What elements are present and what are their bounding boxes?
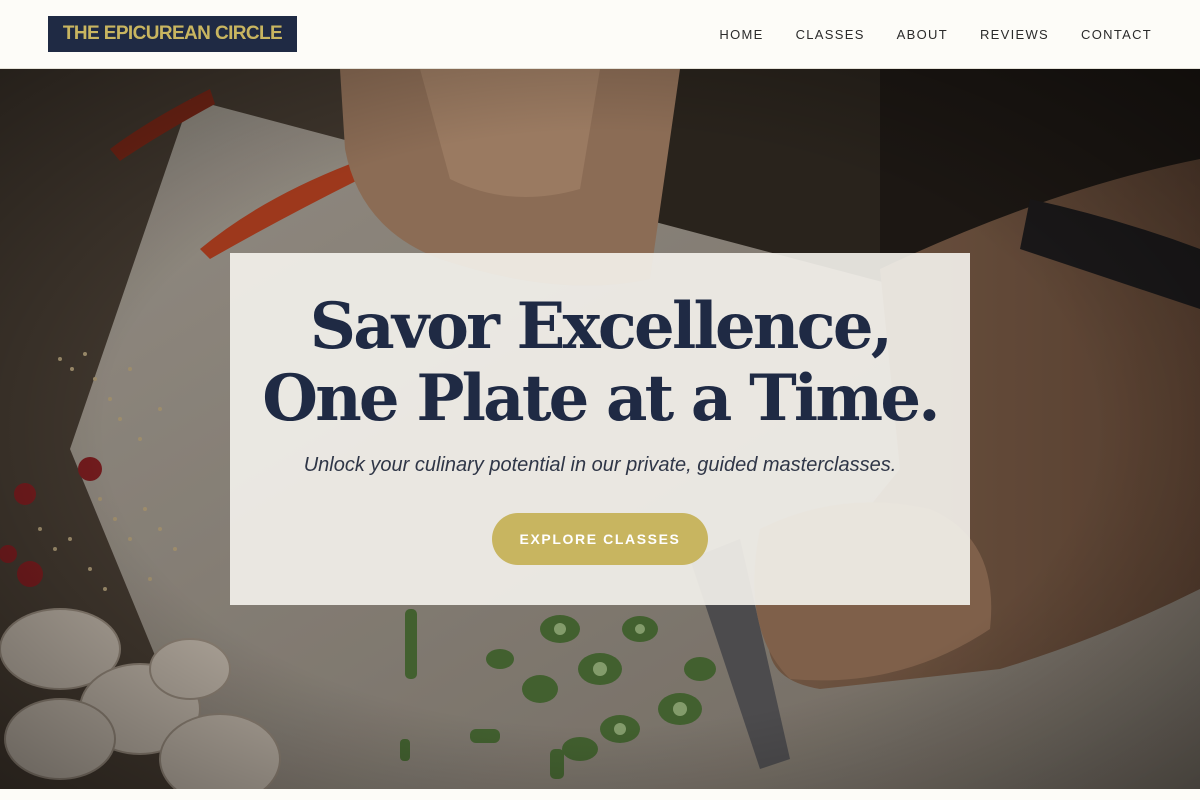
site-header: THE EPICUREAN CIRCLE HOME CLASSES ABOUT … bbox=[0, 0, 1200, 69]
hero-title: Savor Excellence, One Plate at a Time. bbox=[230, 291, 970, 435]
hero-section: Savor Excellence, One Plate at a Time. U… bbox=[0, 69, 1200, 789]
hero-title-line1: Savor Excellence, bbox=[309, 289, 893, 364]
nav-home[interactable]: HOME bbox=[719, 27, 763, 42]
nav-contact[interactable]: CONTACT bbox=[1081, 27, 1152, 42]
nav-about[interactable]: ABOUT bbox=[897, 27, 948, 42]
explore-classes-button[interactable]: EXPLORE CLASSES bbox=[492, 513, 708, 565]
logo[interactable]: THE EPICUREAN CIRCLE bbox=[48, 16, 297, 52]
nav-classes[interactable]: CLASSES bbox=[796, 27, 865, 42]
hero-title-line2: One Plate at a Time. bbox=[262, 361, 940, 436]
main-nav: HOME CLASSES ABOUT REVIEWS CONTACT bbox=[687, 0, 1152, 68]
hero-subtitle: Unlock your culinary potential in our pr… bbox=[303, 454, 897, 476]
page-bottom-edge bbox=[0, 789, 1200, 800]
hero-card: Savor Excellence, One Plate at a Time. U… bbox=[230, 253, 970, 605]
nav-reviews[interactable]: REVIEWS bbox=[980, 27, 1049, 42]
